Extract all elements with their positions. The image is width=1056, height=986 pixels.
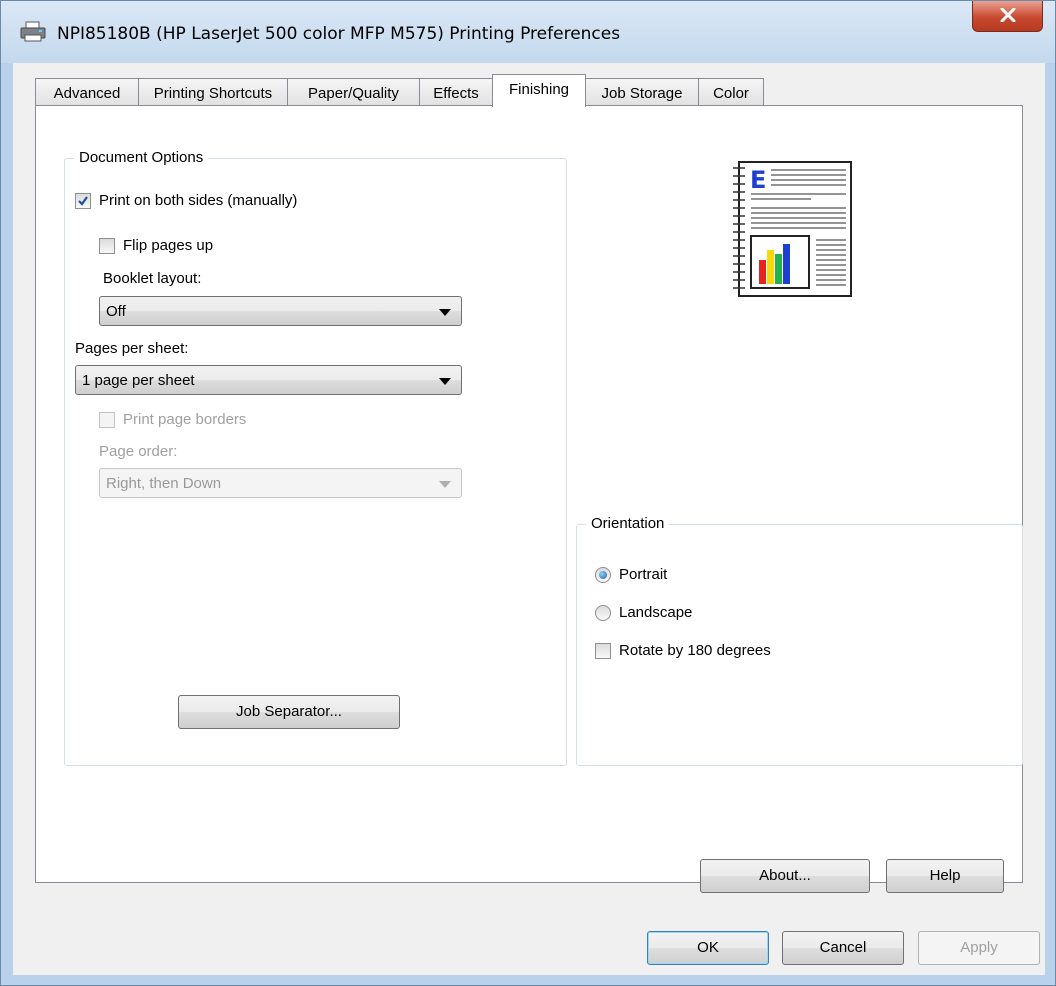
title-bar: NPI85180B (HP LaserJet 500 color MFP M57… [1,1,1055,63]
printer-icon [19,21,47,43]
document-options-label: Document Options [74,149,209,166]
close-icon [1000,8,1016,22]
printing-preferences-window: NPI85180B (HP LaserJet 500 color MFP M57… [0,0,1056,986]
finishing-tab-page: Document Options Print on both sides (ma… [35,105,1023,893]
print-page-borders-checkbox[interactable] [99,412,115,428]
tab-color[interactable]: Color [698,78,764,106]
page-order-value: Right, then Down [106,475,222,492]
rotate-180-checkbox[interactable] [595,643,611,659]
orientation-group: Orientation Portrait Landscape Rotate by… [576,515,1023,766]
flip-pages-up-checkbox[interactable] [99,238,115,254]
ok-button[interactable]: OK [647,931,769,965]
tab-advanced[interactable]: Advanced [35,78,139,106]
window-title: NPI85180B (HP LaserJet 500 color MFP M57… [57,24,621,44]
booklet-layout-dropdown[interactable]: Off [99,296,462,326]
orientation-label: Orientation [586,515,670,532]
print-both-sides-label: Print on both sides (manually) [99,192,298,209]
tab-job-storage[interactable]: Job Storage [585,78,699,106]
cancel-button[interactable]: Cancel [782,931,904,965]
print-page-borders-label: Print page borders [123,411,247,428]
tab-printing-shortcuts[interactable]: Printing Shortcuts [138,78,288,106]
pages-per-sheet-value: 1 page per sheet [82,372,195,389]
preview-letter: E [750,166,766,194]
tab-paper-quality[interactable]: Paper/Quality [287,78,420,106]
page-order-dropdown[interactable]: Right, then Down [99,468,462,498]
document-options-group: Document Options Print on both sides (ma… [64,149,567,766]
print-both-sides-checkbox[interactable] [75,193,91,209]
checkmark-icon [78,196,88,206]
page-order-label: Page order: [99,443,178,460]
close-button[interactable] [972,1,1043,32]
job-separator-button[interactable]: Job Separator... [178,695,400,729]
rotate-180-label: Rotate by 180 degrees [619,642,771,659]
radio-selected-dot [599,571,607,579]
help-button[interactable]: Help [886,859,1004,893]
portrait-radio[interactable] [595,567,611,583]
pages-per-sheet-dropdown[interactable]: 1 page per sheet [75,365,462,395]
about-button[interactable]: About... [700,859,870,893]
flip-pages-up-label: Flip pages up [123,237,214,254]
chevron-down-icon [439,481,451,488]
tab-effects[interactable]: Effects [419,78,493,106]
portrait-label: Portrait [619,566,668,583]
apply-button[interactable]: Apply [918,931,1040,965]
landscape-label: Landscape [619,604,693,621]
tab-finishing[interactable]: Finishing [492,74,586,107]
dialog-client-area: Advanced Printing Shortcuts Paper/Qualit… [13,63,1045,975]
chevron-down-icon [439,309,451,316]
pages-per-sheet-label: Pages per sheet: [75,340,189,357]
document-preview-icon: E [731,158,861,298]
chevron-down-icon [439,378,451,385]
booklet-layout-value: Off [106,303,126,320]
booklet-layout-label: Booklet layout: [103,270,202,287]
landscape-radio[interactable] [595,605,611,621]
